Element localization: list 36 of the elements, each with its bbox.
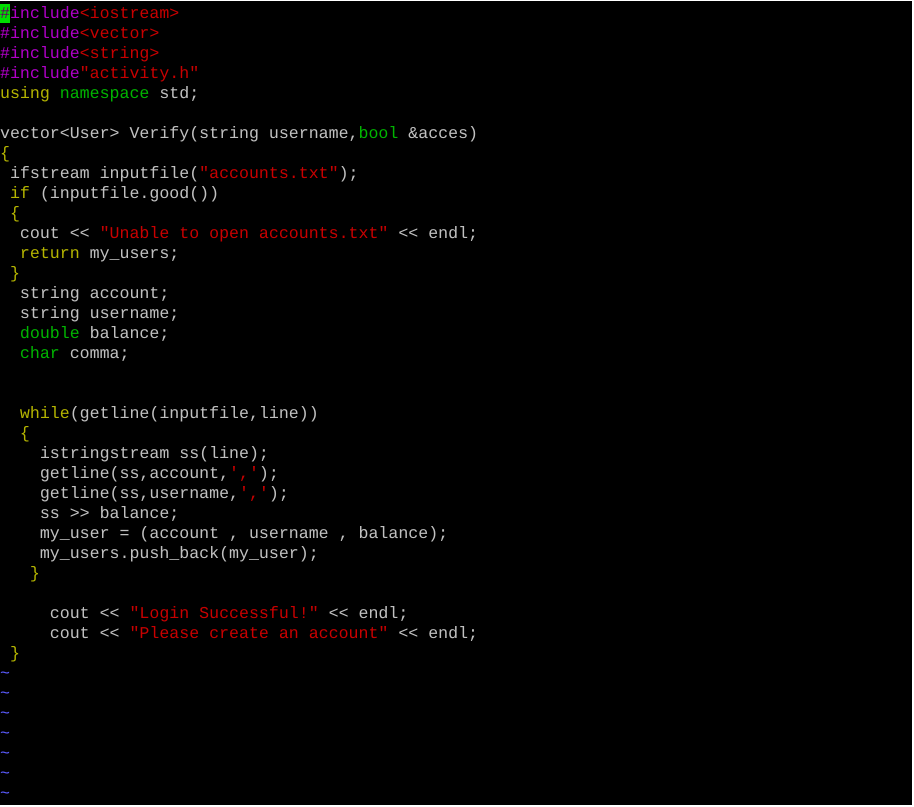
code-line: { <box>18 424 31 444</box>
code-line: vector<User> Verify(string username,bool &acces) <box>0 124 479 144</box>
code-line: my_users.push_back(my_user); <box>38 544 320 564</box>
code-line: my_user = (account , username , balance); <box>38 524 450 544</box>
code-line: if (inputfile.good()) <box>8 184 220 204</box>
code-line: } <box>28 564 41 584</box>
empty-line-marker: ~ <box>0 704 10 723</box>
code-line: getline(ss,account,','); <box>38 464 280 484</box>
code-line: cout << "Please create an account" << endl; <box>48 624 479 644</box>
empty-line-marker: ~ <box>0 764 10 783</box>
code-line: #include<string> <box>0 44 160 64</box>
empty-line-marker: ~ <box>0 744 10 763</box>
code-line: string account; <box>18 284 170 304</box>
code-line: char comma; <box>18 344 130 364</box>
code-line: double balance; <box>18 324 170 344</box>
code-line: cout << "Login Successful!" << endl; <box>48 604 410 624</box>
code-line: } <box>8 644 21 664</box>
code-line: string username; <box>18 304 180 324</box>
code-line: cout << "Unable to open accounts.txt" << endl; <box>18 224 479 244</box>
empty-line-marker: ~ <box>0 784 10 803</box>
code-line: #include"activity.h" <box>0 64 200 84</box>
empty-line-marker: ~ <box>0 664 10 683</box>
code-line: while(getline(inputfile,line)) <box>18 404 320 424</box>
code-line: ss >> balance; <box>38 504 180 524</box>
code-line: using namespace std; <box>0 84 200 104</box>
code-line: { <box>8 204 21 224</box>
code-line: istringstream ss(line); <box>38 444 270 464</box>
empty-line-marker: ~ <box>0 684 10 703</box>
code-line: { <box>0 144 11 164</box>
code-line: #include<vector> <box>0 24 160 44</box>
empty-line-marker: ~ <box>0 724 10 743</box>
code-line: getline(ss,username,','); <box>38 484 290 504</box>
code-line: } <box>8 264 21 284</box>
code-line: #include<iostream> <box>0 4 180 24</box>
code-line: ifstream inputfile("accounts.txt"); <box>8 164 360 184</box>
code-line: return my_users; <box>18 244 180 264</box>
